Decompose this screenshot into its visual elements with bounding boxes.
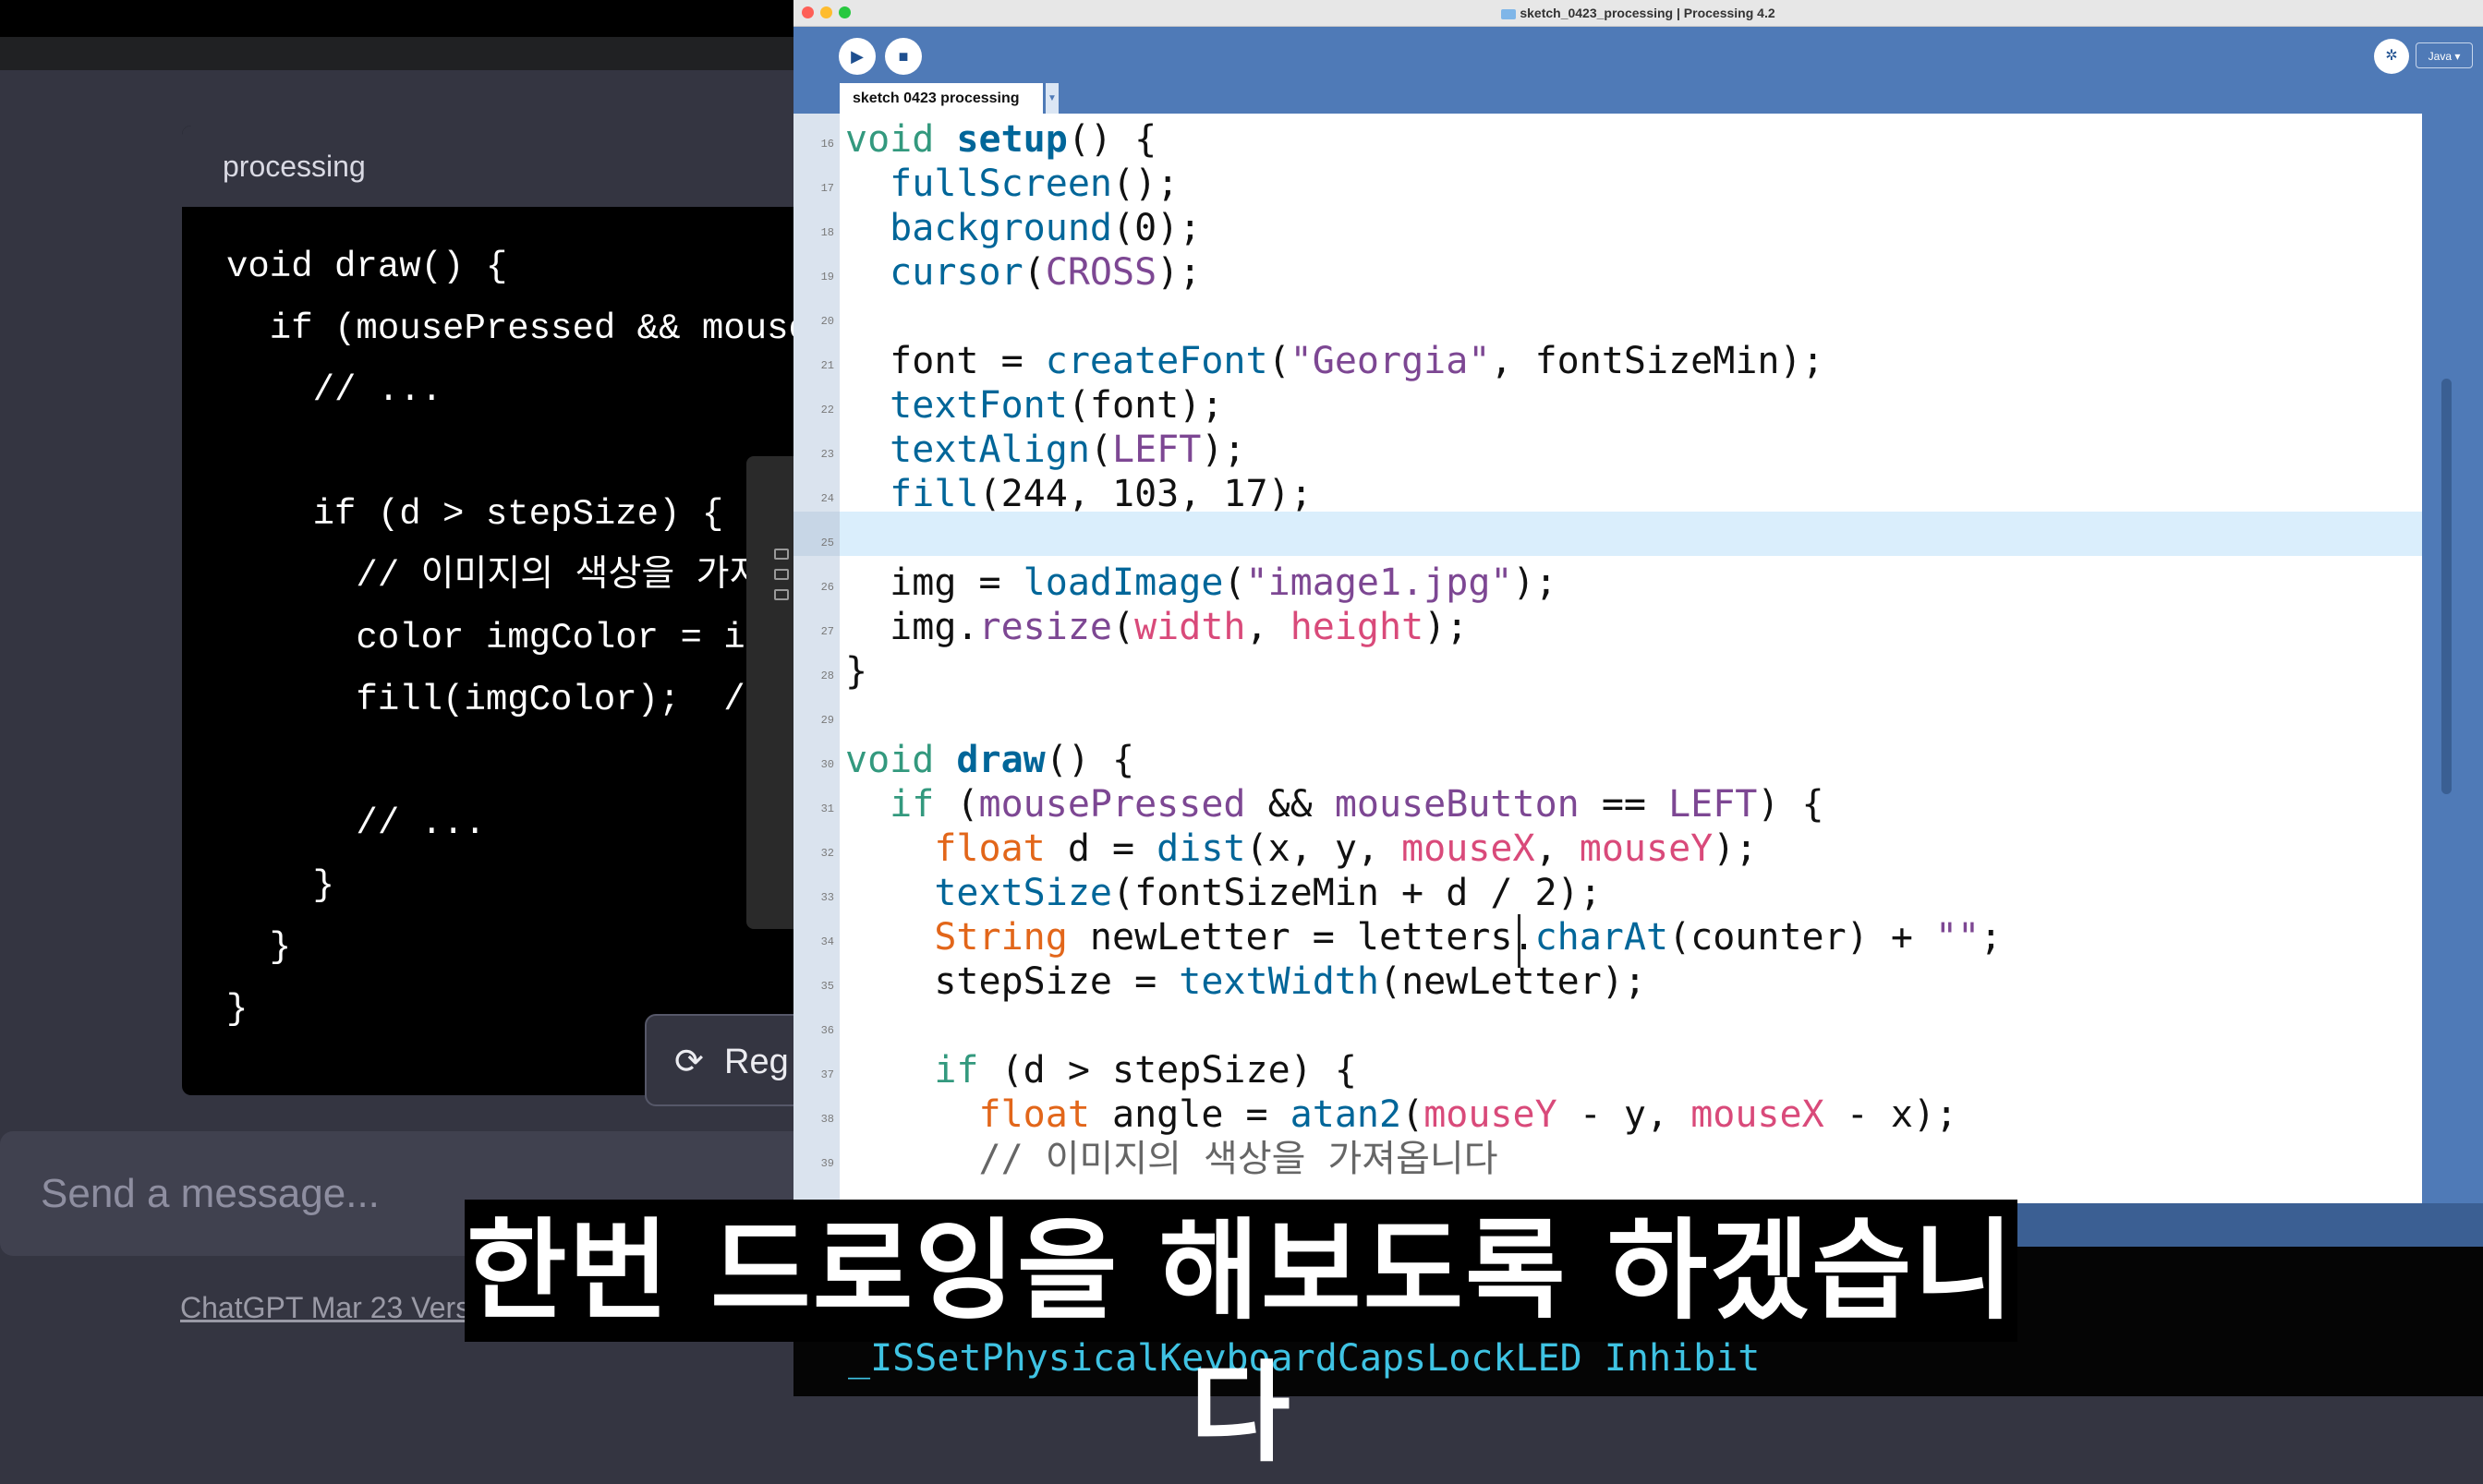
chatgpt-code: void draw() { if (mousePressed && mouse … bbox=[226, 236, 810, 1041]
code-line: textAlign(LEFT); bbox=[890, 428, 1246, 471]
chatgpt-code-block: processing void draw() { if (mousePresse… bbox=[182, 126, 829, 1095]
message-placeholder: Send a message... bbox=[41, 1171, 380, 1216]
folder-icon bbox=[1501, 8, 1517, 19]
window-title: sketch_0423_processing | Processing 4.2 bbox=[793, 0, 2483, 26]
line-number: 25 bbox=[820, 537, 834, 549]
chatgpt-version-link[interactable]: ChatGPT Mar 23 Vers bbox=[180, 1291, 470, 1325]
video-subtitle: 한번 드로잉을 해보도록 하겠습니다 bbox=[466, 1207, 2017, 1477]
code-line: // 이미지의 색상을 가져옵니다 bbox=[845, 1138, 1498, 1180]
line-number: 33 bbox=[820, 891, 834, 904]
code-line: // ... bbox=[226, 370, 443, 411]
line-number: 20 bbox=[820, 315, 834, 328]
console-output: _ISSetPhysicalKeyboardCapsLockLED Inhibi… bbox=[848, 1337, 1761, 1380]
code-line: fill(244, 103, 17); bbox=[890, 473, 1313, 515]
window-icon bbox=[774, 569, 789, 580]
processing-window: sketch_0423_processing | Processing 4.2 … bbox=[793, 0, 2483, 1247]
line-number: 21 bbox=[820, 359, 834, 372]
text-cursor bbox=[1518, 914, 1520, 968]
line-number: 18 bbox=[820, 226, 834, 239]
code-line: if (d > stepSize) { bbox=[934, 1049, 1357, 1092]
line-number: 34 bbox=[820, 935, 834, 948]
code-line: img.resize(width, height); bbox=[845, 606, 1469, 648]
tab-strip: sketch 0423 processing ▼ bbox=[793, 81, 2483, 114]
line-number: 27 bbox=[820, 625, 834, 638]
stop-icon: ■ bbox=[898, 47, 909, 66]
run-button[interactable]: ▶ bbox=[839, 38, 876, 75]
code-line: cursor(CROSS); bbox=[890, 251, 1202, 294]
current-line-highlight bbox=[840, 512, 2422, 556]
line-number: 24 bbox=[820, 492, 834, 505]
code-editor[interactable]: void setup() { fullScreen(); background(… bbox=[840, 114, 2422, 1203]
code-line: // ... bbox=[226, 803, 486, 844]
code-line: textSize(fontSizeMin + d / 2); bbox=[934, 872, 1602, 914]
screen-top-bar bbox=[0, 0, 794, 37]
code-line: // 이미지의 색상을 가져 bbox=[226, 556, 763, 597]
code-line: if (mousePressed && mouse bbox=[226, 308, 810, 349]
line-number: 32 bbox=[820, 847, 834, 860]
line-number: 16 bbox=[820, 138, 834, 151]
line-number: 31 bbox=[820, 802, 834, 815]
tab-sketch[interactable]: sketch 0423 processing bbox=[840, 83, 1043, 114]
code-line: color imgColor = im bbox=[226, 618, 768, 658]
code-line: } bbox=[226, 989, 248, 1030]
code-line: fill(imgColor); // bbox=[226, 680, 768, 720]
code-line: img = loadImage("image1.jpg"); bbox=[845, 561, 1557, 604]
code-line: } bbox=[226, 865, 335, 906]
code-line: float d = dist(x, y, mouseX, mouseY); bbox=[934, 827, 1758, 870]
window-icon bbox=[774, 549, 789, 560]
code-line: stepSize = textWidth(newLetter); bbox=[845, 960, 1646, 1003]
line-number: 23 bbox=[820, 448, 834, 461]
tab-menu-button[interactable]: ▼ bbox=[1046, 83, 1059, 114]
line-number: 36 bbox=[820, 1024, 834, 1037]
line-number: 19 bbox=[820, 271, 834, 284]
background-window-sliver[interactable] bbox=[746, 456, 794, 929]
code-line: void draw() { bbox=[226, 247, 508, 287]
stop-button[interactable]: ■ bbox=[885, 38, 922, 75]
scrollbar-thumb[interactable] bbox=[2441, 379, 2452, 794]
code-line: fullScreen(); bbox=[890, 163, 1180, 205]
code-line: void draw() { bbox=[845, 739, 1135, 781]
chevron-down-icon: ▼ bbox=[1048, 93, 1057, 103]
code-line: background(0); bbox=[890, 207, 1202, 249]
line-number: 28 bbox=[820, 670, 834, 682]
line-number: 38 bbox=[820, 1113, 834, 1126]
window-titlebar: sketch_0423_processing | Processing 4.2 bbox=[793, 0, 2483, 27]
line-number-gutter: 16 17 18 19 20 21 22 23 24 25 26 27 28 2… bbox=[793, 114, 840, 1203]
regenerate-label: Reg bbox=[724, 1043, 789, 1081]
code-line: float angle = atan2(mouseY - y, mouseX -… bbox=[978, 1093, 1958, 1136]
play-icon: ▶ bbox=[851, 47, 864, 66]
code-line: if (d > stepSize) { bbox=[226, 494, 724, 535]
code-line: font = createFont("Georgia", fontSizeMin… bbox=[845, 340, 1824, 382]
line-number: 39 bbox=[820, 1157, 834, 1170]
line-number: 29 bbox=[820, 714, 834, 727]
refresh-icon: ⟳ bbox=[674, 1043, 704, 1081]
line-number: 17 bbox=[820, 182, 834, 195]
line-number: 37 bbox=[820, 1068, 834, 1081]
code-line: textFont(font); bbox=[890, 384, 1224, 427]
bug-icon: ✲ bbox=[2385, 48, 2398, 64]
line-number: 22 bbox=[820, 404, 834, 416]
code-line: if (mousePressed && mouseButton == LEFT)… bbox=[890, 783, 1824, 826]
line-number: 35 bbox=[820, 980, 834, 993]
window-icon bbox=[774, 589, 789, 600]
debug-button[interactable]: ✲ bbox=[2374, 39, 2409, 74]
line-number: 30 bbox=[820, 758, 834, 771]
code-line: void setup() { bbox=[845, 118, 1157, 161]
line-number: 26 bbox=[820, 581, 834, 594]
code-language-label: processing bbox=[182, 126, 829, 207]
window-title-text: sketch_0423_processing | Processing 4.2 bbox=[1520, 6, 1775, 20]
code-line: } bbox=[845, 650, 868, 693]
mode-select[interactable]: Java ▾ bbox=[2416, 42, 2473, 68]
code-line: String newLetter = letters.charAt(counte… bbox=[934, 916, 2003, 959]
code-line: } bbox=[226, 927, 292, 968]
toolbar: ▶ ■ ✲ Java ▾ bbox=[793, 26, 2483, 81]
chatgpt-header bbox=[0, 37, 794, 70]
